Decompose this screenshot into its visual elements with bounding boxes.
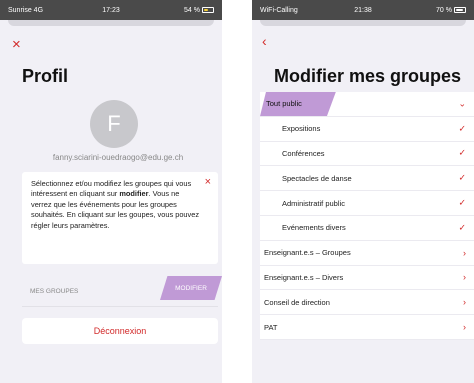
group-row[interactable]: Enseignant.e.s – Divers ›: [260, 266, 474, 291]
avatar-initial: F: [107, 111, 121, 136]
clock-label: 17:23: [102, 6, 120, 14]
battery-indicator: 54 %: [120, 7, 214, 14]
group-header-tag: Tout public: [260, 91, 336, 117]
checkmark-icon: ✓: [458, 172, 466, 183]
profile-screen: Sunrise 4G 17:23 54 % × Profil F fanny.s…: [0, 0, 222, 383]
subgroup-row[interactable]: Spectacles de danse ✓: [260, 166, 474, 192]
battery-indicator: 70 %: [372, 7, 466, 14]
divider: [22, 306, 218, 307]
group-row[interactable]: PAT ›: [260, 315, 474, 340]
modify-groups-button[interactable]: MODIFIER: [160, 276, 222, 300]
checkmark-icon: ✓: [458, 197, 466, 208]
my-groups-label: MES GROUPES: [30, 287, 79, 295]
info-text-bold: modifier: [119, 189, 149, 199]
close-info-icon[interactable]: ×: [205, 177, 211, 188]
group-row[interactable]: Enseignant.e.s – Groupes ›: [260, 241, 474, 266]
logout-label: Déconnexion: [93, 326, 147, 336]
group-label: Conférences: [282, 148, 325, 158]
group-label: Spectacles de danse: [282, 173, 352, 183]
group-label: Enseignant.e.s – Divers: [264, 272, 344, 282]
carrier-label: WiFi-Calling: [260, 6, 298, 14]
chevron-right-icon: ›: [463, 247, 466, 258]
subgroup-row[interactable]: Administratif public ✓: [260, 191, 474, 216]
battery-percent: 70 %: [436, 6, 452, 14]
subgroup-row[interactable]: Evénements divers ✓: [260, 216, 474, 241]
page-title: Profil: [22, 66, 69, 86]
chevron-right-icon: ›: [463, 322, 466, 333]
group-row[interactable]: Conseil de direction ›: [260, 290, 474, 316]
group-header-row[interactable]: Tout public ⌄: [260, 91, 474, 117]
page-title: Modifier mes groupes: [274, 66, 462, 86]
group-label: Enseignant.e.s – Groupes: [264, 248, 351, 258]
info-card: Sélectionnez et/ou modifiez les groupes …: [22, 172, 218, 264]
group-list: Tout public ⌄ Expositions ✓ Conférences ✓ Spec…: [260, 91, 474, 340]
chevron-right-icon: ›: [463, 272, 466, 283]
my-groups-row: MES GROUPES MODIFIER: [22, 276, 222, 302]
checkmark-icon: ✓: [458, 147, 466, 158]
close-icon[interactable]: ×: [12, 37, 21, 52]
sheet-handle: [260, 20, 466, 26]
subgroup-row[interactable]: Expositions ✓: [260, 117, 474, 142]
avatar: F: [90, 100, 138, 148]
modify-groups-label: MODIFIER: [175, 284, 207, 292]
checkmark-icon: ✓: [458, 222, 466, 233]
back-chevron-icon[interactable]: ‹: [262, 34, 267, 48]
edit-groups-screen: WiFi-Calling 21:38 70 % ‹ Modifier mes g…: [252, 0, 474, 383]
user-email: fanny.sciarini-ouedraogo@edu.ge.ch: [52, 153, 184, 162]
chevron-down-icon: ⌄: [458, 98, 466, 109]
checkmark-icon: ✓: [458, 123, 466, 134]
subgroup-row[interactable]: Conférences ✓: [260, 142, 474, 167]
group-label: Tout public: [266, 99, 302, 109]
logout-button[interactable]: Déconnexion: [22, 318, 218, 344]
clock-label: 21:38: [354, 6, 372, 14]
battery-icon: [202, 6, 214, 13]
carrier-label: Sunrise 4G: [8, 6, 44, 14]
battery-icon: [454, 6, 466, 13]
group-label: Expositions: [282, 124, 321, 134]
chevron-right-icon: ›: [463, 297, 466, 308]
list-footer-space: [260, 354, 474, 383]
group-label: Evénements divers: [282, 223, 346, 233]
sheet-handle: [8, 20, 214, 26]
battery-percent: 54 %: [184, 6, 200, 14]
group-label: PAT: [264, 322, 278, 332]
group-label: Administratif public: [282, 198, 345, 208]
status-bar: WiFi-Calling 21:38 70 %: [252, 0, 474, 20]
status-bar: Sunrise 4G 17:23 54 %: [0, 0, 222, 20]
group-label: Conseil de direction: [264, 297, 330, 307]
